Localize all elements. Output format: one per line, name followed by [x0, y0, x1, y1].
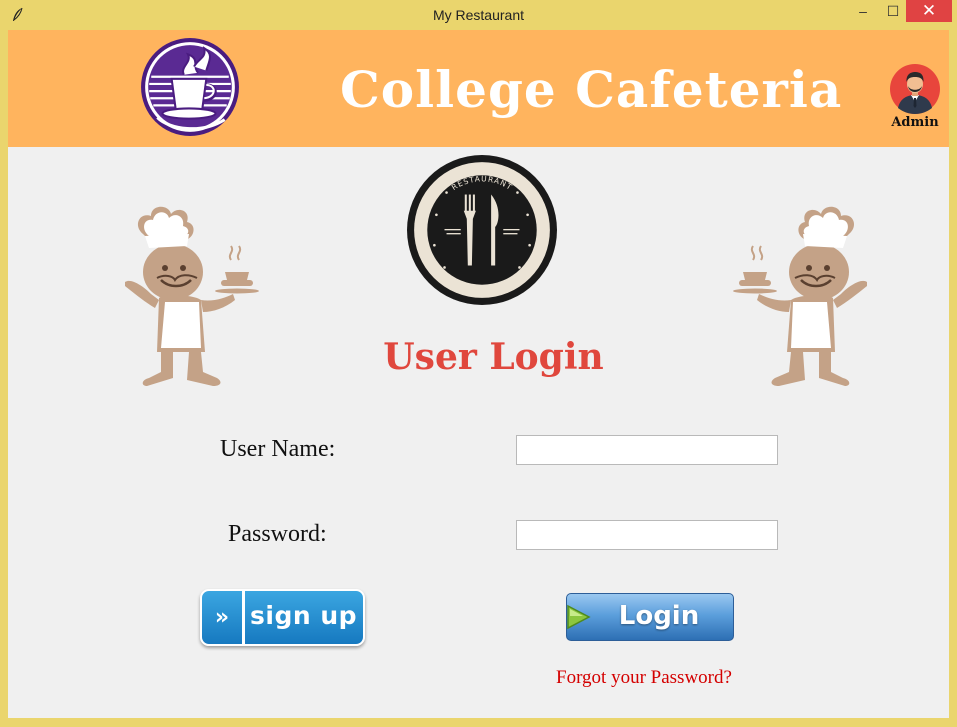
password-input[interactable]	[516, 520, 778, 550]
coffee-cup-icon	[141, 38, 239, 136]
window-title: My Restaurant	[432, 7, 525, 23]
title-bar[interactable]: My Restaurant – ☐ ✕	[0, 0, 957, 30]
admin-avatar-icon	[890, 64, 940, 114]
sign-up-button[interactable]: » sign up	[200, 589, 365, 646]
divider	[242, 591, 245, 644]
username-input[interactable]	[516, 435, 778, 465]
app-title: College Cafeteria	[340, 60, 843, 119]
main-content: College Cafeteria Admin RESTAURANT FOOD …	[8, 30, 949, 718]
username-label: User Name:	[220, 436, 336, 462]
close-button[interactable]: ✕	[906, 0, 952, 22]
admin-label: Admin	[891, 115, 939, 130]
minimize-button[interactable]: –	[848, 0, 878, 22]
restaurant-logo-icon: RESTAURANT FOOD & DRINK	[407, 155, 557, 305]
login-button[interactable]: Login	[566, 593, 734, 641]
maximize-button[interactable]: ☐	[878, 0, 908, 22]
sign-up-label: sign up	[250, 601, 358, 630]
app-window: My Restaurant – ☐ ✕ College Cafeteria Ad…	[0, 0, 957, 727]
double-chevron-right-icon: »	[214, 605, 230, 630]
login-heading: User Login	[383, 336, 604, 378]
login-label: Login	[618, 601, 700, 631]
admin-profile-button[interactable]: Admin	[888, 64, 942, 136]
forgot-password-link[interactable]: Forgot your Password?	[556, 667, 732, 689]
password-label: Password:	[228, 521, 327, 547]
header-banner: College Cafeteria Admin	[8, 30, 949, 147]
